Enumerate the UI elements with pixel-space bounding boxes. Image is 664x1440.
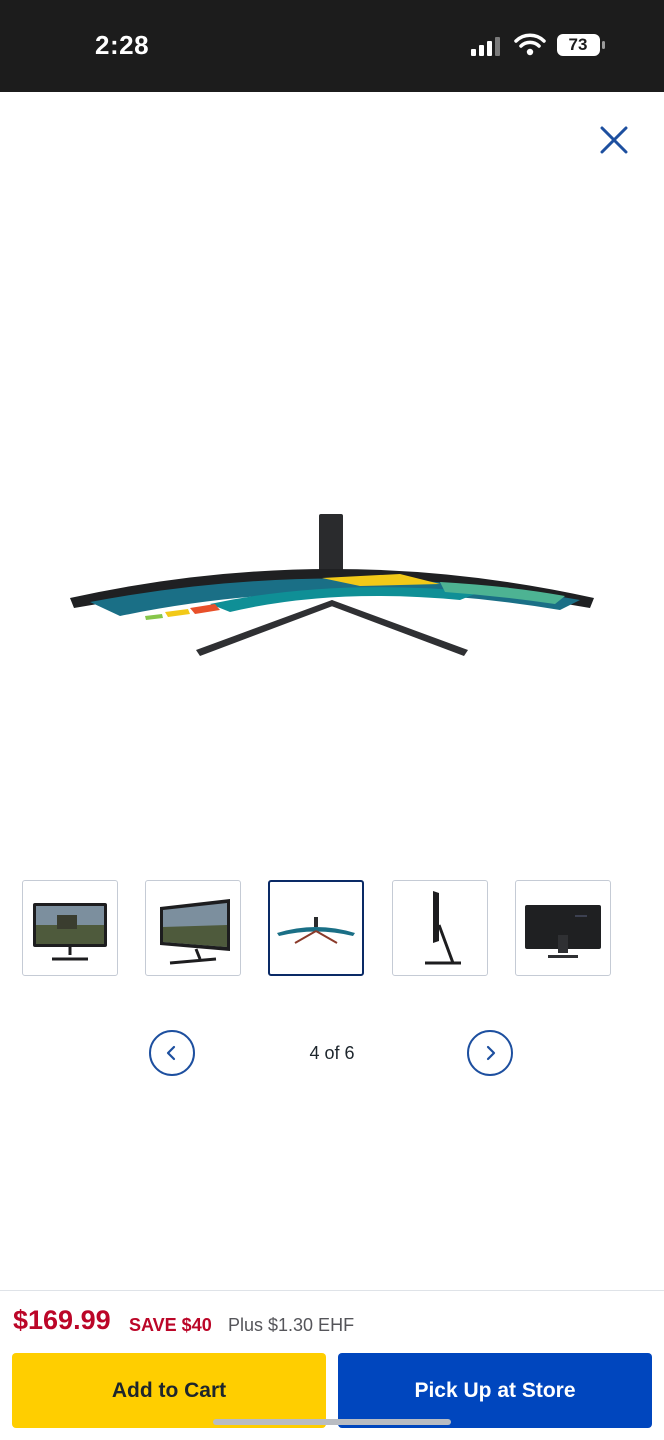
thumbnail-top-view[interactable]	[268, 880, 364, 976]
home-indicator[interactable]	[213, 1419, 451, 1425]
chevron-left-icon	[166, 1045, 176, 1061]
thumbnail-angled-view[interactable]	[145, 880, 241, 976]
pick-up-at-store-button[interactable]: Pick Up at Store	[338, 1353, 652, 1428]
previous-image-button[interactable]	[149, 1030, 195, 1076]
savings-badge: SAVE $40	[129, 1315, 212, 1335]
close-button[interactable]	[594, 120, 634, 160]
thumbnail-side-view[interactable]	[392, 880, 488, 976]
close-icon	[600, 126, 628, 154]
ehf-fee-note: Plus $1.30 EHF	[228, 1315, 355, 1335]
cellular-signal-icon	[471, 37, 500, 56]
status-time: 2:28	[95, 30, 150, 60]
chevron-right-icon	[486, 1045, 496, 1061]
status-bar: 2:28 73	[0, 0, 664, 92]
thumbnail-back-view[interactable]	[515, 880, 611, 976]
thumbnail-image	[425, 891, 461, 965]
battery-level: 73	[568, 35, 588, 54]
thumbnail-image	[160, 899, 230, 965]
image-counter: 4 of 6	[309, 1043, 355, 1063]
purchase-bar-divider	[0, 1290, 664, 1291]
thumbnail-image	[525, 905, 601, 958]
product-price: $169.99	[13, 1305, 111, 1335]
next-image-button[interactable]	[467, 1030, 513, 1076]
thumbnail-image	[33, 903, 107, 961]
add-to-cart-button[interactable]: Add to Cart	[12, 1353, 326, 1428]
thumbnail-image	[277, 917, 355, 944]
product-image-monitor-top-view[interactable]	[60, 500, 604, 670]
thumbnail-front-view[interactable]	[22, 880, 118, 976]
wifi-icon	[514, 33, 546, 56]
